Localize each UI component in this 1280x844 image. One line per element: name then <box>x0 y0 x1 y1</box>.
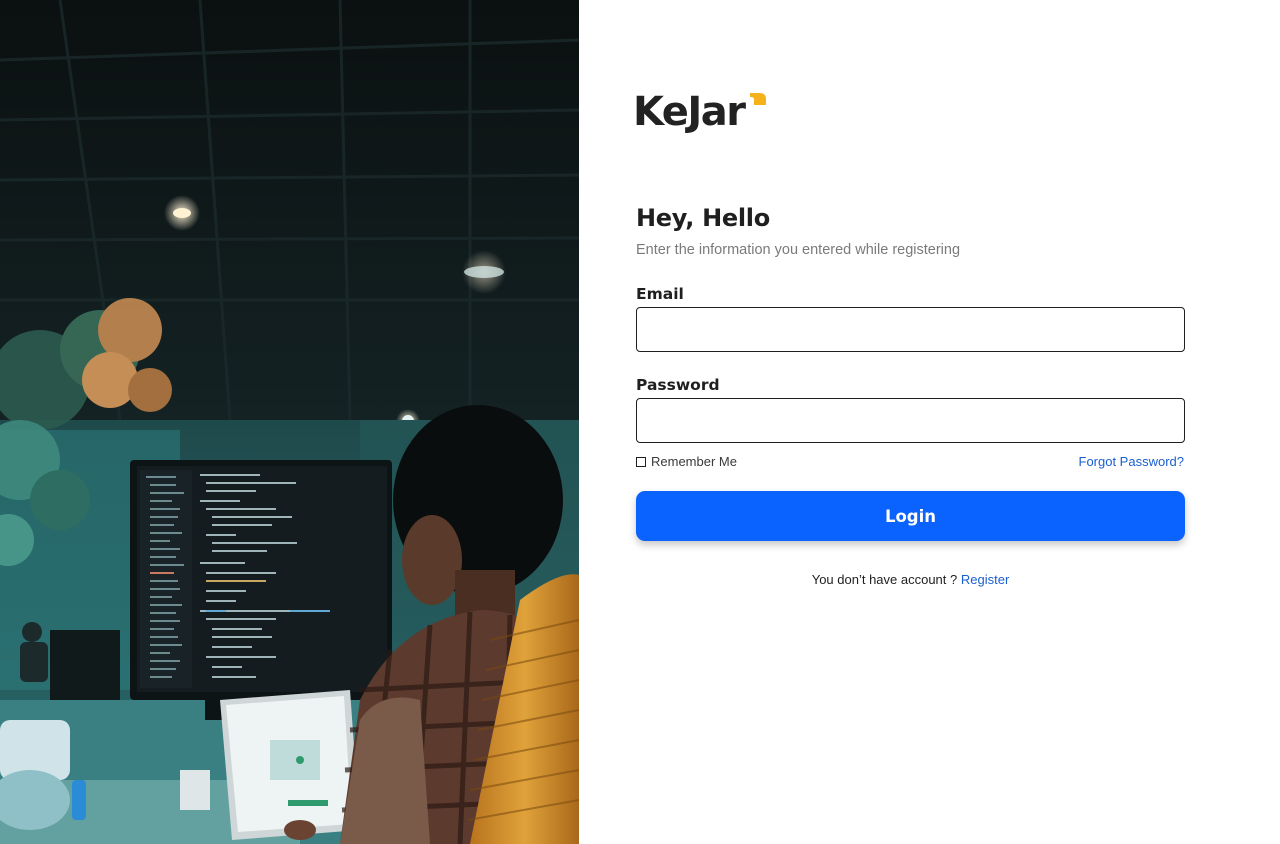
remember-me-checkbox[interactable] <box>636 457 646 467</box>
remember-me-label[interactable]: Remember Me <box>651 453 737 471</box>
login-panel: KeJar Hey, Hello Enter the information y… <box>579 0 1280 844</box>
password-label: Password <box>636 376 720 394</box>
register-prompt-text: You don’t have account ? <box>811 572 961 587</box>
register-prompt-row: You don’t have account ? Register <box>636 571 1185 589</box>
register-link[interactable]: Register <box>961 572 1009 587</box>
email-label: Email <box>636 285 684 303</box>
page-subtitle: Enter the information you entered while … <box>636 242 961 258</box>
page-title: Hey, Hello <box>636 204 770 232</box>
kejar-logo: KeJar <box>633 88 773 136</box>
email-field[interactable] <box>636 307 1185 352</box>
hero-photo <box>0 0 579 844</box>
office-developer-photo <box>0 0 579 844</box>
remember-me-row[interactable]: Remember Me <box>636 453 737 471</box>
forgot-password-link[interactable]: Forgot Password? <box>1079 453 1185 471</box>
login-button[interactable]: Login <box>636 491 1185 541</box>
password-field[interactable] <box>636 398 1185 443</box>
logo-accent-icon <box>750 93 766 105</box>
logo-text: KeJar <box>633 89 746 135</box>
